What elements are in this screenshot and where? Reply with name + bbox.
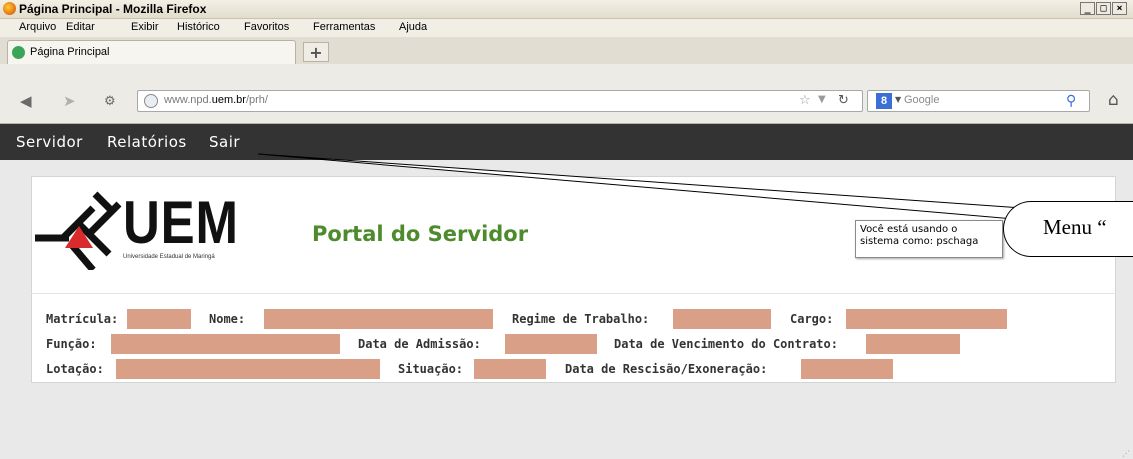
label-cargo: Cargo:	[790, 312, 834, 326]
field-admissao	[505, 334, 597, 354]
field-rescisao	[801, 359, 893, 379]
label-vencimento: Data de Vencimento do Contrato:	[614, 337, 838, 351]
label-lotacao: Lotação:	[46, 362, 104, 376]
label-matricula: Matrícula:	[46, 312, 119, 326]
field-situacao	[474, 359, 546, 379]
field-vencimento	[866, 334, 960, 354]
callout-text: Menu “	[1043, 215, 1107, 239]
annotation-callout: Menu “	[1003, 201, 1133, 257]
field-funcao	[111, 334, 340, 354]
callout-pointer	[257, 153, 1023, 220]
field-cargo	[846, 309, 1007, 329]
resize-grip-icon[interactable]: ⋰	[1122, 449, 1130, 458]
field-lotacao	[116, 359, 380, 379]
label-situacao: Situação:	[398, 362, 464, 376]
label-admissao: Data de Admissão:	[358, 337, 481, 351]
label-regime: Regime de Trabalho:	[512, 312, 650, 326]
label-funcao: Função:	[46, 337, 97, 351]
field-nome	[264, 309, 493, 329]
field-regime	[673, 309, 771, 329]
label-nome: Nome:	[209, 312, 246, 326]
field-matricula	[127, 309, 191, 329]
label-rescisao: Data de Rescisão/Exoneração:	[565, 362, 768, 376]
